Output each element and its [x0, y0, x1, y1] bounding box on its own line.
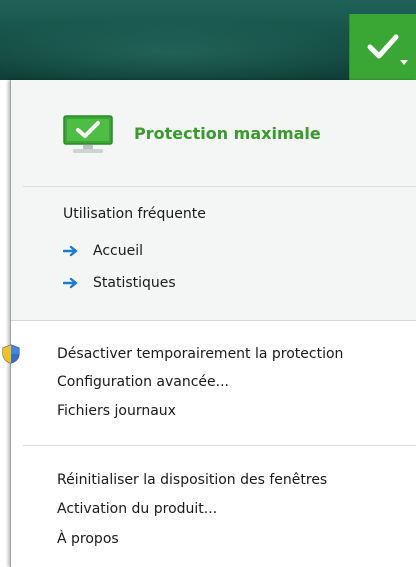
menu-item-label: Fichiers journaux: [57, 403, 176, 419]
menu-item-label: À propos: [57, 531, 119, 547]
context-menu-panel: Protection maximale Utilisation fréquent…: [2, 80, 416, 567]
protection-status-button[interactable]: [349, 14, 416, 80]
product-activation-item[interactable]: Activation du produit...: [57, 498, 217, 520]
menu-item-label: Réinitialiser la disposition des fenêtre…: [57, 472, 328, 488]
nav-item-label: Statistiques: [93, 275, 176, 291]
arrow-right-icon: [63, 245, 78, 257]
nav-item-accueil[interactable]: Accueil: [63, 240, 143, 262]
nav-item-label: Accueil: [93, 243, 143, 259]
menu-item-label: Désactiver temporairement la protection: [57, 346, 344, 362]
separator: [23, 186, 416, 187]
checkmark-icon: [367, 34, 399, 59]
about-item[interactable]: À propos: [57, 528, 119, 550]
chevron-down-icon: [400, 60, 408, 65]
menu-item-label: Activation du produit...: [57, 501, 218, 517]
frequent-use-title: Utilisation fréquente: [63, 206, 206, 222]
log-files-item[interactable]: Fichiers journaux: [57, 400, 176, 422]
protection-status-section: Protection maximale Utilisation fréquent…: [11, 80, 416, 320]
nav-item-statistiques[interactable]: Statistiques: [63, 272, 176, 294]
title-bar: [0, 0, 416, 80]
uac-shield-icon: [2, 344, 20, 364]
protection-status-label[interactable]: Protection maximale: [134, 124, 321, 143]
separator: [23, 445, 416, 446]
menu-item-label: Configuration avancée...: [57, 374, 229, 390]
arrow-right-icon: [63, 277, 78, 289]
separator: [11, 320, 416, 321]
advanced-config-item[interactable]: Configuration avancée...: [57, 371, 229, 393]
monitor-check-icon: [63, 115, 113, 153]
disable-protection-item[interactable]: Désactiver temporairement la protection: [57, 343, 343, 365]
reset-windows-layout-item[interactable]: Réinitialiser la disposition des fenêtre…: [57, 469, 327, 491]
